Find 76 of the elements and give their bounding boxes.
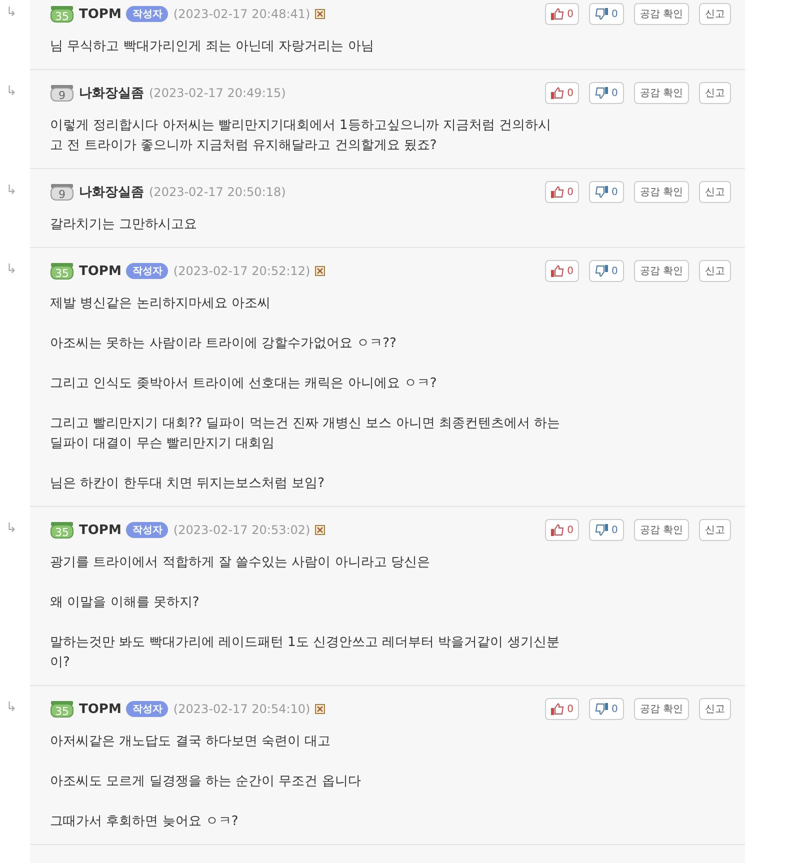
reply-arrow-icon: ↳ xyxy=(0,169,30,248)
empathy-check-button[interactable]: 공감 확인 xyxy=(634,181,689,203)
delete-icon[interactable] xyxy=(315,266,326,276)
empathy-check-button[interactable]: 공감 확인 xyxy=(634,519,689,541)
dislike-button[interactable]: 0 xyxy=(589,3,624,25)
comment-text: 아저씨같은 개노답도 결국 하다보면 숙련이 대고 xyxy=(50,733,332,751)
delete-icon[interactable] xyxy=(315,9,326,19)
delete-icon[interactable] xyxy=(315,525,326,535)
thumbs-up-icon xyxy=(551,8,564,20)
report-button[interactable]: 신고 xyxy=(699,82,731,104)
comment-text: 아조씨는 못하는 사람이라 트라이에 강할수가없어요 ㅇㅋ?? xyxy=(50,335,398,353)
report-button[interactable]: 신고 xyxy=(699,519,731,541)
writer-tag: 작성자 xyxy=(126,6,168,22)
writer-tag: 작성자 xyxy=(126,263,168,279)
like-button[interactable]: 0 xyxy=(545,519,580,541)
dislike-button[interactable]: 0 xyxy=(589,519,624,541)
delete-icon[interactable] xyxy=(315,704,326,714)
author-name[interactable]: TOPM xyxy=(79,522,122,538)
comment-text: 광기를 트라이에서 적합하게 잘 쓸수있는 사람이 아니라고 당신은 xyxy=(50,554,431,572)
author-name[interactable]: TOPM xyxy=(79,702,122,716)
comment-text: 말하는것만 봐도 빡대가리에 레이드패턴 1도 신경안쓰고 레더부터 박을거같이 생기신분이? xyxy=(50,634,560,672)
dislike-button[interactable]: 0 xyxy=(589,698,624,720)
comment-time: (2023-02-17 20:54:10) xyxy=(173,702,310,716)
thumbs-up-icon xyxy=(551,265,564,277)
thumbs-down-icon xyxy=(595,703,608,715)
reply-arrow-icon: ↳ xyxy=(0,248,30,507)
thumbs-up-icon xyxy=(551,186,564,198)
thumbs-down-icon xyxy=(595,524,608,536)
comment-text: 왜 이말을 이해를 못하지? xyxy=(50,594,200,612)
reply-arrow-icon: ↳ xyxy=(0,507,30,686)
comment-text: 제발 병신같은 논리하지마세요 아조씨 xyxy=(50,295,272,313)
thumbs-up-icon xyxy=(551,524,564,536)
thumbs-down-icon xyxy=(595,8,608,20)
writer-tag: 작성자 xyxy=(126,522,168,538)
reply-arrow-icon: ↳ xyxy=(0,70,30,169)
empathy-check-button[interactable]: 공감 확인 xyxy=(634,260,689,282)
dislike-button[interactable]: 0 xyxy=(589,260,624,282)
comment-time: (2023-02-17 20:49:15) xyxy=(149,86,286,100)
writer-tag: 작성자 xyxy=(126,701,168,717)
empathy-check-button[interactable]: 공감 확인 xyxy=(634,698,689,720)
like-button[interactable]: 0 xyxy=(545,181,580,203)
like-button[interactable]: 0 xyxy=(545,3,580,25)
dislike-button[interactable]: 0 xyxy=(589,82,624,104)
empathy-check-button[interactable]: 공감 확인 xyxy=(634,82,689,104)
like-button[interactable]: 0 xyxy=(545,82,580,104)
comment-text: 님 무식하고 빡대가리인게 죄는 아닌데 자랑거리는 아님 xyxy=(50,38,375,56)
thumbs-up-icon xyxy=(551,87,564,99)
like-button[interactable]: 0 xyxy=(545,260,580,282)
thumbs-up-icon xyxy=(551,703,564,715)
comment-text: 이렇게 정리합시다 아저씨는 빨리만지기대회에서 1등하고싶으니까 지금처럼 건의하시고 전 트라이가 좋으니까 지금처럼 유지해달라고 건의할게요 됬죠? xyxy=(50,117,552,155)
comment-time: (2023-02-17 20:53:02) xyxy=(173,523,310,537)
reply-arrow-icon: ↳ xyxy=(0,686,30,845)
reply-arrow-icon: ↳ xyxy=(0,0,30,70)
dislike-button[interactable]: 0 xyxy=(589,181,624,203)
comment-text: 아조씨도 모르게 딜경쟁을 하는 순간이 무조건 옵니다 xyxy=(50,773,362,791)
report-button[interactable]: 신고 xyxy=(699,181,731,203)
comment-text: 님은 하칸이 한두대 치면 뒤지는보스처럼 보임? xyxy=(50,475,326,493)
comment-text: 그리고 인식도 좆박아서 트라이에 선호대는 캐릭은 아니에요 ㅇㅋ? xyxy=(50,375,438,393)
author-name[interactable]: TOPM xyxy=(79,264,122,278)
like-button[interactable]: 0 xyxy=(545,698,580,720)
comment-time: (2023-02-17 20:50:18) xyxy=(149,185,286,199)
report-button[interactable]: 신고 xyxy=(699,3,731,25)
thumbs-down-icon xyxy=(595,265,608,277)
author-name[interactable]: 나화장실좀 xyxy=(79,84,144,102)
thumbs-down-icon xyxy=(595,186,608,198)
author-name[interactable]: TOPM xyxy=(79,6,122,22)
comment-time: (2023-02-17 20:52:12) xyxy=(173,264,310,278)
report-button[interactable]: 신고 xyxy=(699,698,731,720)
comment-text: 갈라치기는 그만하시고요 xyxy=(50,216,198,234)
comment-text: 그때가서 후회하면 늦어요 ㅇㅋ? xyxy=(50,813,240,831)
author-name[interactable]: 나화장실좀 xyxy=(79,183,144,201)
comment-time: (2023-02-17 20:48:41) xyxy=(173,7,310,21)
empathy-check-button[interactable]: 공감 확인 xyxy=(634,3,689,25)
thumbs-down-icon xyxy=(595,87,608,99)
report-button[interactable]: 신고 xyxy=(699,260,731,282)
comment-text: 그리고 빨리만지기 대회?? 딜파이 먹는건 진짜 개병신 보스 아니면 최종컨텐츠에서 하는 딜파이 대결이 무슨 빨리만지기 대회임 xyxy=(50,415,562,453)
